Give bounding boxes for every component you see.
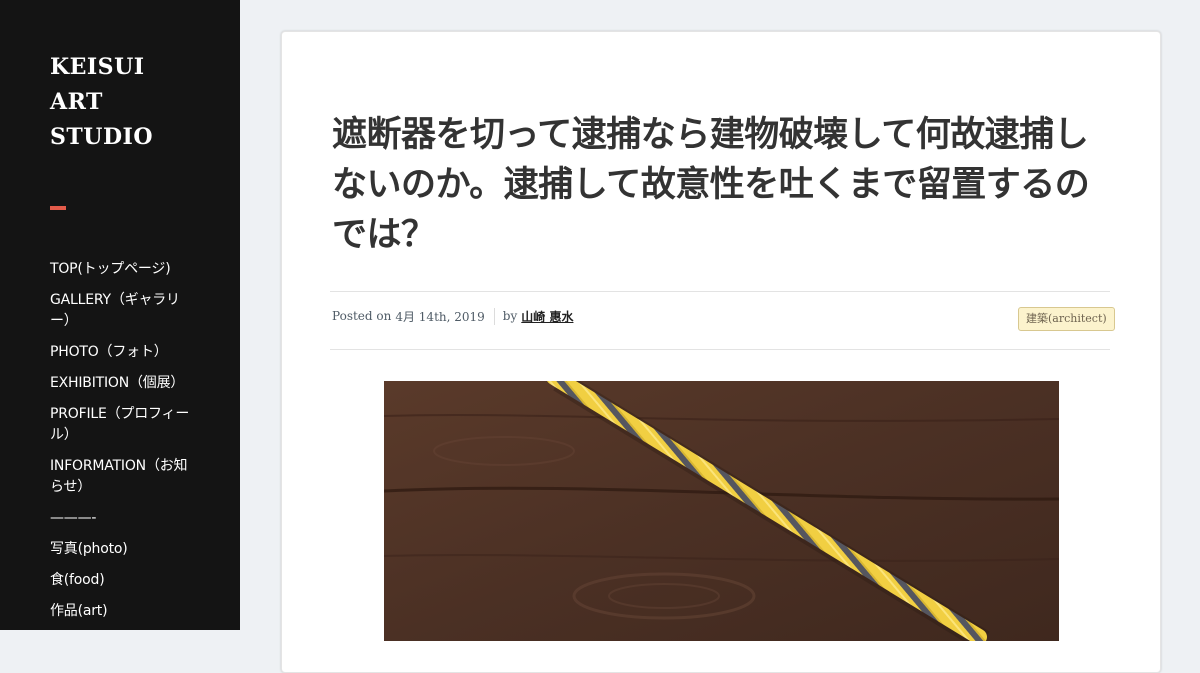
post-title: 遮断器を切って逮捕なら建物破壊して何故逮捕しないのか。逮捕して故意性を吐くまで留… [332, 115, 1090, 255]
sidebar: KEISUI ART STUDIO TOP(トップページ) GALLERY（ギャ… [0, 0, 240, 630]
meta-separator [493, 307, 495, 325]
nav-item-gallery[interactable]: GALLERY（ギャラリー） [50, 290, 195, 332]
rope-photo [384, 381, 1059, 641]
main-nav: TOP(トップページ) GALLERY（ギャラリー） PHOTO（フォト） EX… [50, 259, 195, 630]
nav-item-top[interactable]: TOP(トップページ) [50, 259, 195, 280]
nav-item-separator[interactable]: ———- [50, 508, 195, 529]
category-tag[interactable]: 建築(architect) [1018, 307, 1115, 331]
site-title[interactable]: KEISUI ART STUDIO [50, 50, 180, 155]
featured-image [384, 381, 1059, 641]
nav-item-exhibition[interactable]: EXHIBITION（個展） [50, 373, 195, 394]
nav-item-photo[interactable]: PHOTO（フォト） [50, 342, 195, 363]
post-date[interactable]: 4月 14th, 2019 [395, 308, 484, 325]
divider [330, 291, 1110, 292]
site-title-line: ART [50, 89, 103, 115]
nav-item-information[interactable]: INFORMATION（お知らせ） [50, 456, 195, 498]
by-label: by [502, 309, 518, 323]
site-title-line: KEISUI [50, 54, 145, 80]
nav-item-food[interactable]: 食(food) [50, 570, 195, 591]
divider [330, 349, 1110, 350]
nav-item-profile[interactable]: PROFILE（プロフィール） [50, 404, 195, 446]
title-accent-bar [50, 206, 66, 210]
nav-item-photo-category[interactable]: 写真(photo) [50, 539, 195, 560]
post-card: 遮断器を切って逮捕なら建物破壊して何故逮捕しないのか。逮捕して故意性を吐くまで留… [281, 31, 1161, 673]
post-meta: Posted on 4月 14th, 2019 by 山崎 惠水 [332, 306, 573, 326]
posted-on-label: Posted on [332, 309, 392, 323]
nav-item-art[interactable]: 作品(art) [50, 601, 195, 622]
author-link[interactable]: 山崎 惠水 [521, 308, 573, 325]
site-title-line: STUDIO [50, 124, 153, 150]
